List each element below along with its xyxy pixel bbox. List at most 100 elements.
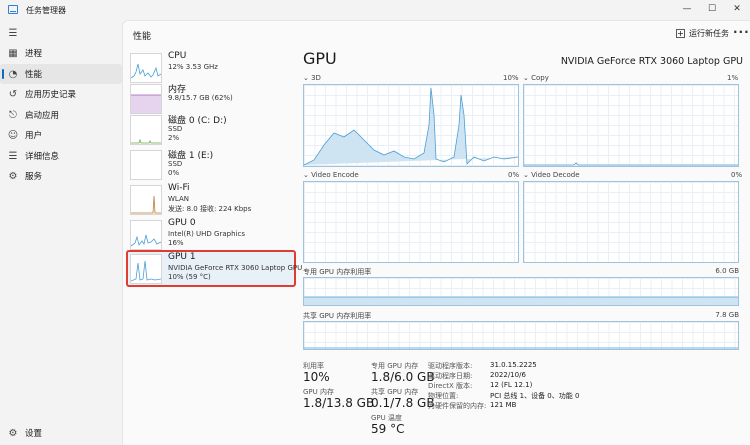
utilization-value: 10% — [303, 370, 330, 384]
nav-item-startup[interactable]: ⎋ 启动应用 — [0, 105, 122, 125]
device-detail: SSD — [168, 160, 183, 168]
maximize-button[interactable]: ☐ — [703, 2, 721, 16]
task-manager-icon — [8, 5, 18, 14]
nav-rail: ☰ ▦ 进程 ◔ 性能 ↺ 应用历史记录 ⎋ 启动应用 ☺ 用户 ☰ 详细信息 … — [0, 20, 122, 445]
nav-item-users[interactable]: ☺ 用户 — [0, 125, 122, 145]
device-usage: 2% — [168, 134, 180, 142]
window-title: 任务管理器 — [26, 6, 66, 15]
device-usage: 10% (59 °C) — [168, 273, 211, 281]
driver-version-key: 驱动程序版本: — [428, 362, 473, 370]
users-icon: ☺ — [7, 129, 19, 141]
performance-icon: ◔ — [8, 68, 18, 80]
engine-3d-label[interactable]: ⌄ 3D — [303, 74, 321, 82]
details-icon: ☰ — [8, 150, 18, 162]
nav-item-label: 性能 — [25, 70, 43, 80]
nav-item-settings[interactable]: ⚙ 设置 — [0, 423, 122, 443]
hamburger-menu-button[interactable]: ☰ — [0, 23, 122, 43]
wifi-thumbnail-graph — [130, 185, 162, 215]
reserved-memory-key: 为硬件保留的内存: — [428, 402, 487, 410]
gpu-model-name: NVIDIA GeForce RTX 3060 Laptop GPU — [560, 56, 743, 67]
nav-item-services[interactable]: ⚙ 服务 — [0, 166, 122, 186]
device-detail: 12% 3.53 GHz — [168, 63, 218, 71]
services-icon: ⚙ — [8, 170, 18, 182]
disk1-thumbnail-graph — [130, 150, 162, 180]
engine-copy-percent: 1% — [727, 74, 739, 82]
device-wifi[interactable]: Wi-Fi WLAN 发送: 8.0 接收: 224 Kbps — [128, 183, 296, 217]
nav-item-processes[interactable]: ▦ 进程 — [0, 43, 122, 63]
directx-version-value: 12 (FL 12.1) — [490, 381, 533, 389]
engine-video-decode-graph — [523, 181, 739, 263]
device-detail: WLAN — [168, 195, 190, 203]
detail-title: GPU — [303, 49, 337, 68]
directx-version-key: DirectX 版本: — [428, 382, 473, 390]
nav-item-label: 启动应用 — [25, 111, 60, 121]
device-name: GPU 1 — [168, 252, 196, 262]
physical-location-key: 物理位置: — [428, 392, 459, 400]
engine-video-encode-percent: 0% — [508, 171, 520, 179]
memory-thumbnail-graph — [130, 84, 162, 114]
gpu1-thumbnail-graph — [130, 254, 162, 284]
hamburger-icon: ☰ — [8, 27, 18, 39]
device-name: Wi-Fi — [168, 183, 190, 193]
shared-memory-label: 共享 GPU 内存利用率 — [303, 312, 372, 320]
device-detail: NVIDIA GeForce RTX 3060 Laptop GPU — [168, 264, 303, 272]
device-name: GPU 0 — [168, 218, 196, 228]
disk0-thumbnail-graph — [130, 115, 162, 145]
cpu-thumbnail-graph — [130, 53, 162, 83]
engine-3d-graph — [303, 84, 519, 167]
device-detail: 9.8/15.7 GB (62%) — [168, 94, 233, 102]
dedicated-memory-max: 6.0 GB — [715, 267, 739, 275]
device-throughput: 发送: 8.0 接收: 224 Kbps — [168, 205, 252, 213]
device-usage: 16% — [168, 239, 184, 247]
startup-icon: ⎋ — [9, 109, 17, 121]
device-disk-0[interactable]: 磁盘 0 (C: D:) SSD 2% — [128, 113, 296, 147]
gpu0-thumbnail-graph — [130, 220, 162, 250]
nav-item-label: 用户 — [25, 131, 43, 141]
driver-version-value: 31.0.15.2225 — [490, 361, 537, 369]
driver-date-key: 驱动程序日期: — [428, 372, 473, 380]
gpu-detail-panel: GPU NVIDIA GeForce RTX 3060 Laptop GPU ⌄… — [303, 49, 743, 439]
engine-video-encode-label[interactable]: ⌄ Video Encode — [303, 171, 359, 179]
shared-memory-max: 7.8 GB — [715, 311, 739, 319]
gpu-temperature-value: 59 °C — [371, 422, 405, 436]
device-detail: SSD — [168, 125, 183, 133]
engine-video-decode-percent: 0% — [731, 171, 743, 179]
dedicated-gpu-memory-value: 1.8/6.0 GB — [371, 370, 435, 384]
shared-gpu-memory-value: 0.1/7.8 GB — [371, 396, 435, 410]
more-options-button[interactable]: ··· — [733, 25, 750, 39]
run-task-icon — [676, 29, 685, 38]
main-pane: 性能 运行新任务 ··· CPU 12% 3.53 GHz 内存 9.8/15.… — [122, 20, 750, 445]
engine-copy-graph — [523, 84, 739, 167]
nav-item-label: 设置 — [25, 429, 43, 439]
driver-date-value: 2022/10/6 — [490, 371, 526, 379]
engine-video-encode-graph — [303, 181, 519, 263]
device-cpu[interactable]: CPU 12% 3.53 GHz — [128, 51, 296, 85]
close-button[interactable]: ✕ — [728, 2, 746, 16]
minimize-button[interactable]: — — [678, 2, 696, 16]
nav-item-label: 进程 — [25, 49, 43, 59]
physical-location-value: PCI 总线 1、设备 0、功能 0 — [490, 392, 580, 400]
nav-item-performance[interactable]: ◔ 性能 — [0, 64, 122, 84]
device-memory[interactable]: 内存 9.8/15.7 GB (62%) — [128, 82, 296, 116]
shared-memory-graph — [303, 321, 739, 350]
processes-icon: ▦ — [8, 47, 18, 59]
title-bar: 任务管理器 — ☐ ✕ — [0, 0, 750, 20]
nav-item-details[interactable]: ☰ 详细信息 — [0, 146, 122, 166]
dedicated-memory-graph — [303, 277, 739, 306]
device-detail: Intel(R) UHD Graphics — [168, 230, 245, 238]
settings-icon: ⚙ — [8, 427, 18, 439]
run-new-task-button[interactable]: 运行新任务 — [676, 28, 729, 39]
device-disk-1[interactable]: 磁盘 1 (E:) SSD 0% — [128, 148, 296, 182]
gpu-memory-value: 1.8/13.8 GB — [303, 396, 375, 410]
device-usage: 0% — [168, 169, 180, 177]
device-gpu-1[interactable]: GPU 1 NVIDIA GeForce RTX 3060 Laptop GPU… — [126, 250, 302, 287]
engine-copy-label[interactable]: ⌄ Copy — [523, 74, 549, 82]
device-gpu-0[interactable]: GPU 0 Intel(R) UHD Graphics 16% — [128, 218, 296, 252]
nav-item-app-history[interactable]: ↺ 应用历史记录 — [0, 84, 122, 104]
run-task-label: 运行新任务 — [689, 29, 729, 38]
dedicated-memory-label: 专用 GPU 内存利用率 — [303, 268, 372, 276]
nav-item-label: 应用历史记录 — [25, 90, 77, 100]
engine-video-decode-label[interactable]: ⌄ Video Decode — [523, 171, 580, 179]
reserved-memory-value: 121 MB — [490, 401, 517, 409]
engine-3d-percent: 10% — [503, 74, 519, 82]
